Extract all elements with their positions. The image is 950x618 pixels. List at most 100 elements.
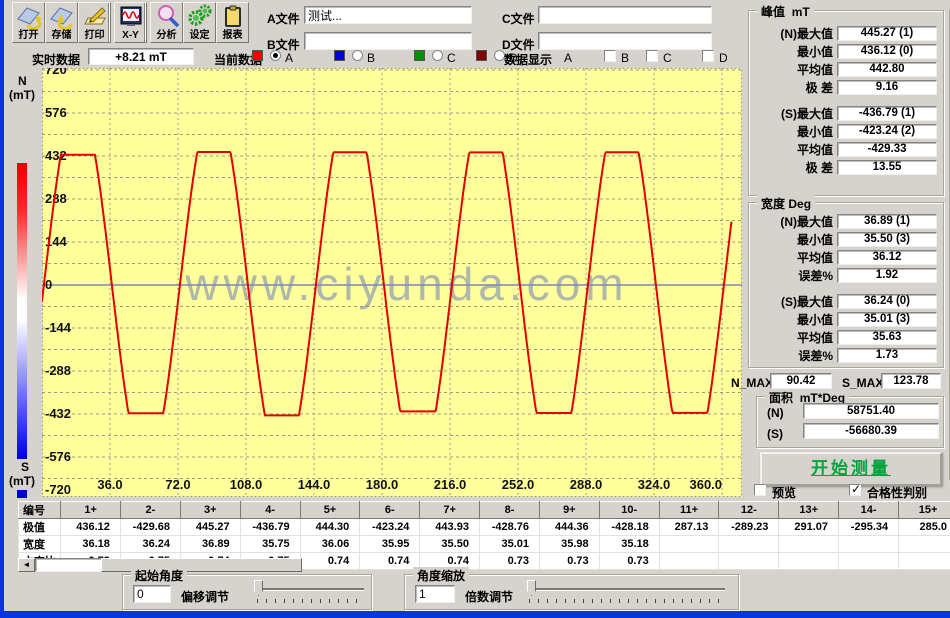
smax-value: 123.78	[881, 373, 941, 389]
axis-s-label: S	[21, 460, 29, 474]
table-cell: -429.68	[120, 519, 180, 536]
file-d-input[interactable]	[538, 32, 712, 50]
offset-slider-ticks	[257, 599, 365, 603]
table-cell	[779, 536, 839, 553]
stat-value: 1.73	[837, 348, 937, 363]
channel-a-color-swatch	[252, 50, 263, 61]
zoom-slider-track[interactable]	[530, 588, 725, 590]
stat-row: 误差%1.92	[753, 266, 939, 284]
start-angle-input[interactable]	[133, 585, 171, 603]
offset-slider-track[interactable]	[258, 588, 364, 590]
table-cell: 444.36	[540, 519, 600, 536]
table-col-header: 5+	[300, 502, 360, 519]
file-a-label: A文件	[267, 10, 300, 27]
table-col-header: 7+	[420, 502, 480, 519]
chart-svg[interactable]: www.ciyunda.com7205764322881440-144-288-…	[42, 68, 742, 497]
toolbar-button-label: 打开	[13, 26, 44, 41]
y-tick-label: 576	[45, 105, 67, 120]
table-cell: 36.89	[180, 536, 240, 553]
field-gradient-bar	[17, 163, 27, 459]
toolbar-button-label: X-Y	[115, 30, 146, 41]
table-cell: 35.18	[599, 536, 659, 553]
toolbar-separator	[108, 3, 110, 42]
channel-a-radio[interactable]	[270, 50, 281, 61]
table-col-header: 2-	[120, 502, 180, 519]
stat-label: 误差%	[753, 347, 837, 364]
channel-d-color-swatch	[476, 50, 487, 61]
channel-b-color-swatch	[334, 50, 345, 61]
preview-checkbox[interactable]	[754, 484, 766, 496]
s-pole-swatch	[17, 490, 27, 498]
y-tick-label: -144	[45, 320, 72, 335]
stat-label: 最小值	[753, 311, 837, 328]
stat-row: (N)最大值36.89 (1)	[753, 212, 939, 230]
toolbar-button-open[interactable]: 打开	[12, 2, 45, 43]
stat-label: (N)最大值	[753, 213, 837, 230]
toolbar-button-label: 分析	[151, 26, 182, 41]
stat-row: 最小值35.50 (3)	[753, 230, 939, 248]
toolbar: 打开存储打印 X-Y 分析设定报表	[4, 0, 264, 45]
display-d-checkbox[interactable]	[702, 50, 714, 62]
stat-label: 误差%	[753, 267, 837, 284]
file-a-input[interactable]	[304, 6, 472, 24]
toolbar-button-print[interactable]: 打印	[78, 2, 111, 43]
channel-c-radio[interactable]	[432, 50, 443, 61]
table-cell	[659, 536, 719, 553]
x-tick-label: 324.0	[638, 477, 671, 492]
channel-c-color-swatch	[414, 50, 425, 61]
table-cell: 0.73	[599, 553, 659, 570]
toolbar-button-settings[interactable]: 设定	[183, 2, 216, 43]
smax-label: S_MAX	[842, 376, 883, 390]
display-c-label: C	[663, 51, 672, 65]
zoom-slider-thumb[interactable]	[527, 580, 536, 596]
table-cell	[719, 553, 779, 570]
stat-row: 最小值-423.24 (2)	[753, 122, 939, 140]
table-cell: 0.73	[540, 553, 600, 570]
qualify-label: 合格性判别	[867, 484, 927, 501]
table-row-label: 宽度	[19, 536, 61, 553]
toolbar-separator	[144, 3, 146, 42]
nmax-value: 90.42	[770, 373, 832, 389]
stat-row: (S)最大值-436.79 (1)	[753, 104, 939, 122]
angle-zoom-input[interactable]	[415, 585, 455, 603]
table-scroll-left-button[interactable]: ◄	[18, 558, 35, 572]
toolbar-button-xy[interactable]: X-Y	[114, 2, 147, 43]
x-tick-label: 144.0	[298, 477, 331, 492]
display-b-checkbox[interactable]	[604, 50, 616, 62]
stat-value: 36.89 (1)	[837, 214, 937, 229]
offset-adjust-label: 偏移调节	[181, 588, 229, 605]
stat-label: (S)最大值	[753, 293, 837, 310]
peak-panel-rows: (N)最大值445.27 (1)最小值436.12 (0)平均值442.80极 …	[749, 11, 943, 176]
offset-slider-thumb[interactable]	[254, 580, 263, 596]
table-cell: 291.07	[779, 519, 839, 536]
table-col-header: 9+	[540, 502, 600, 519]
display-d-label: D	[719, 51, 728, 65]
toolbar-button-label: 打印	[79, 26, 110, 41]
stat-value: 36.24 (0)	[837, 294, 937, 309]
toolbar-button-label: 报表	[217, 26, 248, 41]
channel-b-radio[interactable]	[352, 50, 363, 61]
file-b-input[interactable]	[304, 32, 472, 50]
qualify-checkbox[interactable]	[849, 484, 861, 496]
toolbar-button-analyze[interactable]: 分析	[150, 2, 183, 43]
channel-c-label: C	[447, 51, 456, 65]
stat-value: 1.92	[837, 268, 937, 283]
data-display-a: A	[564, 51, 572, 65]
display-c-checkbox[interactable]	[646, 50, 658, 62]
axis-n-label: N	[18, 74, 27, 88]
x-tick-label: 360.0	[689, 477, 722, 492]
table-cell: 35.75	[240, 536, 300, 553]
table-cell: 36.24	[120, 536, 180, 553]
start-measure-button[interactable]: 开始测量	[760, 452, 942, 486]
width-panel: 宽度 Deg (N)最大值36.89 (1)最小值35.50 (3)平均值36.…	[748, 202, 944, 368]
file-c-input[interactable]	[538, 6, 712, 24]
stat-value: -429.33	[837, 142, 937, 157]
stat-row: 极 差9.16	[753, 78, 939, 96]
stat-row: 平均值442.80	[753, 60, 939, 78]
toolbar-button-label: 设定	[184, 26, 215, 41]
x-tick-label: 72.0	[165, 477, 190, 492]
y-tick-label: -432	[45, 406, 71, 421]
toolbar-button-report[interactable]: 报表	[216, 2, 249, 43]
toolbar-button-save[interactable]: 存储	[45, 2, 78, 43]
table-col-header: 6-	[360, 502, 420, 519]
